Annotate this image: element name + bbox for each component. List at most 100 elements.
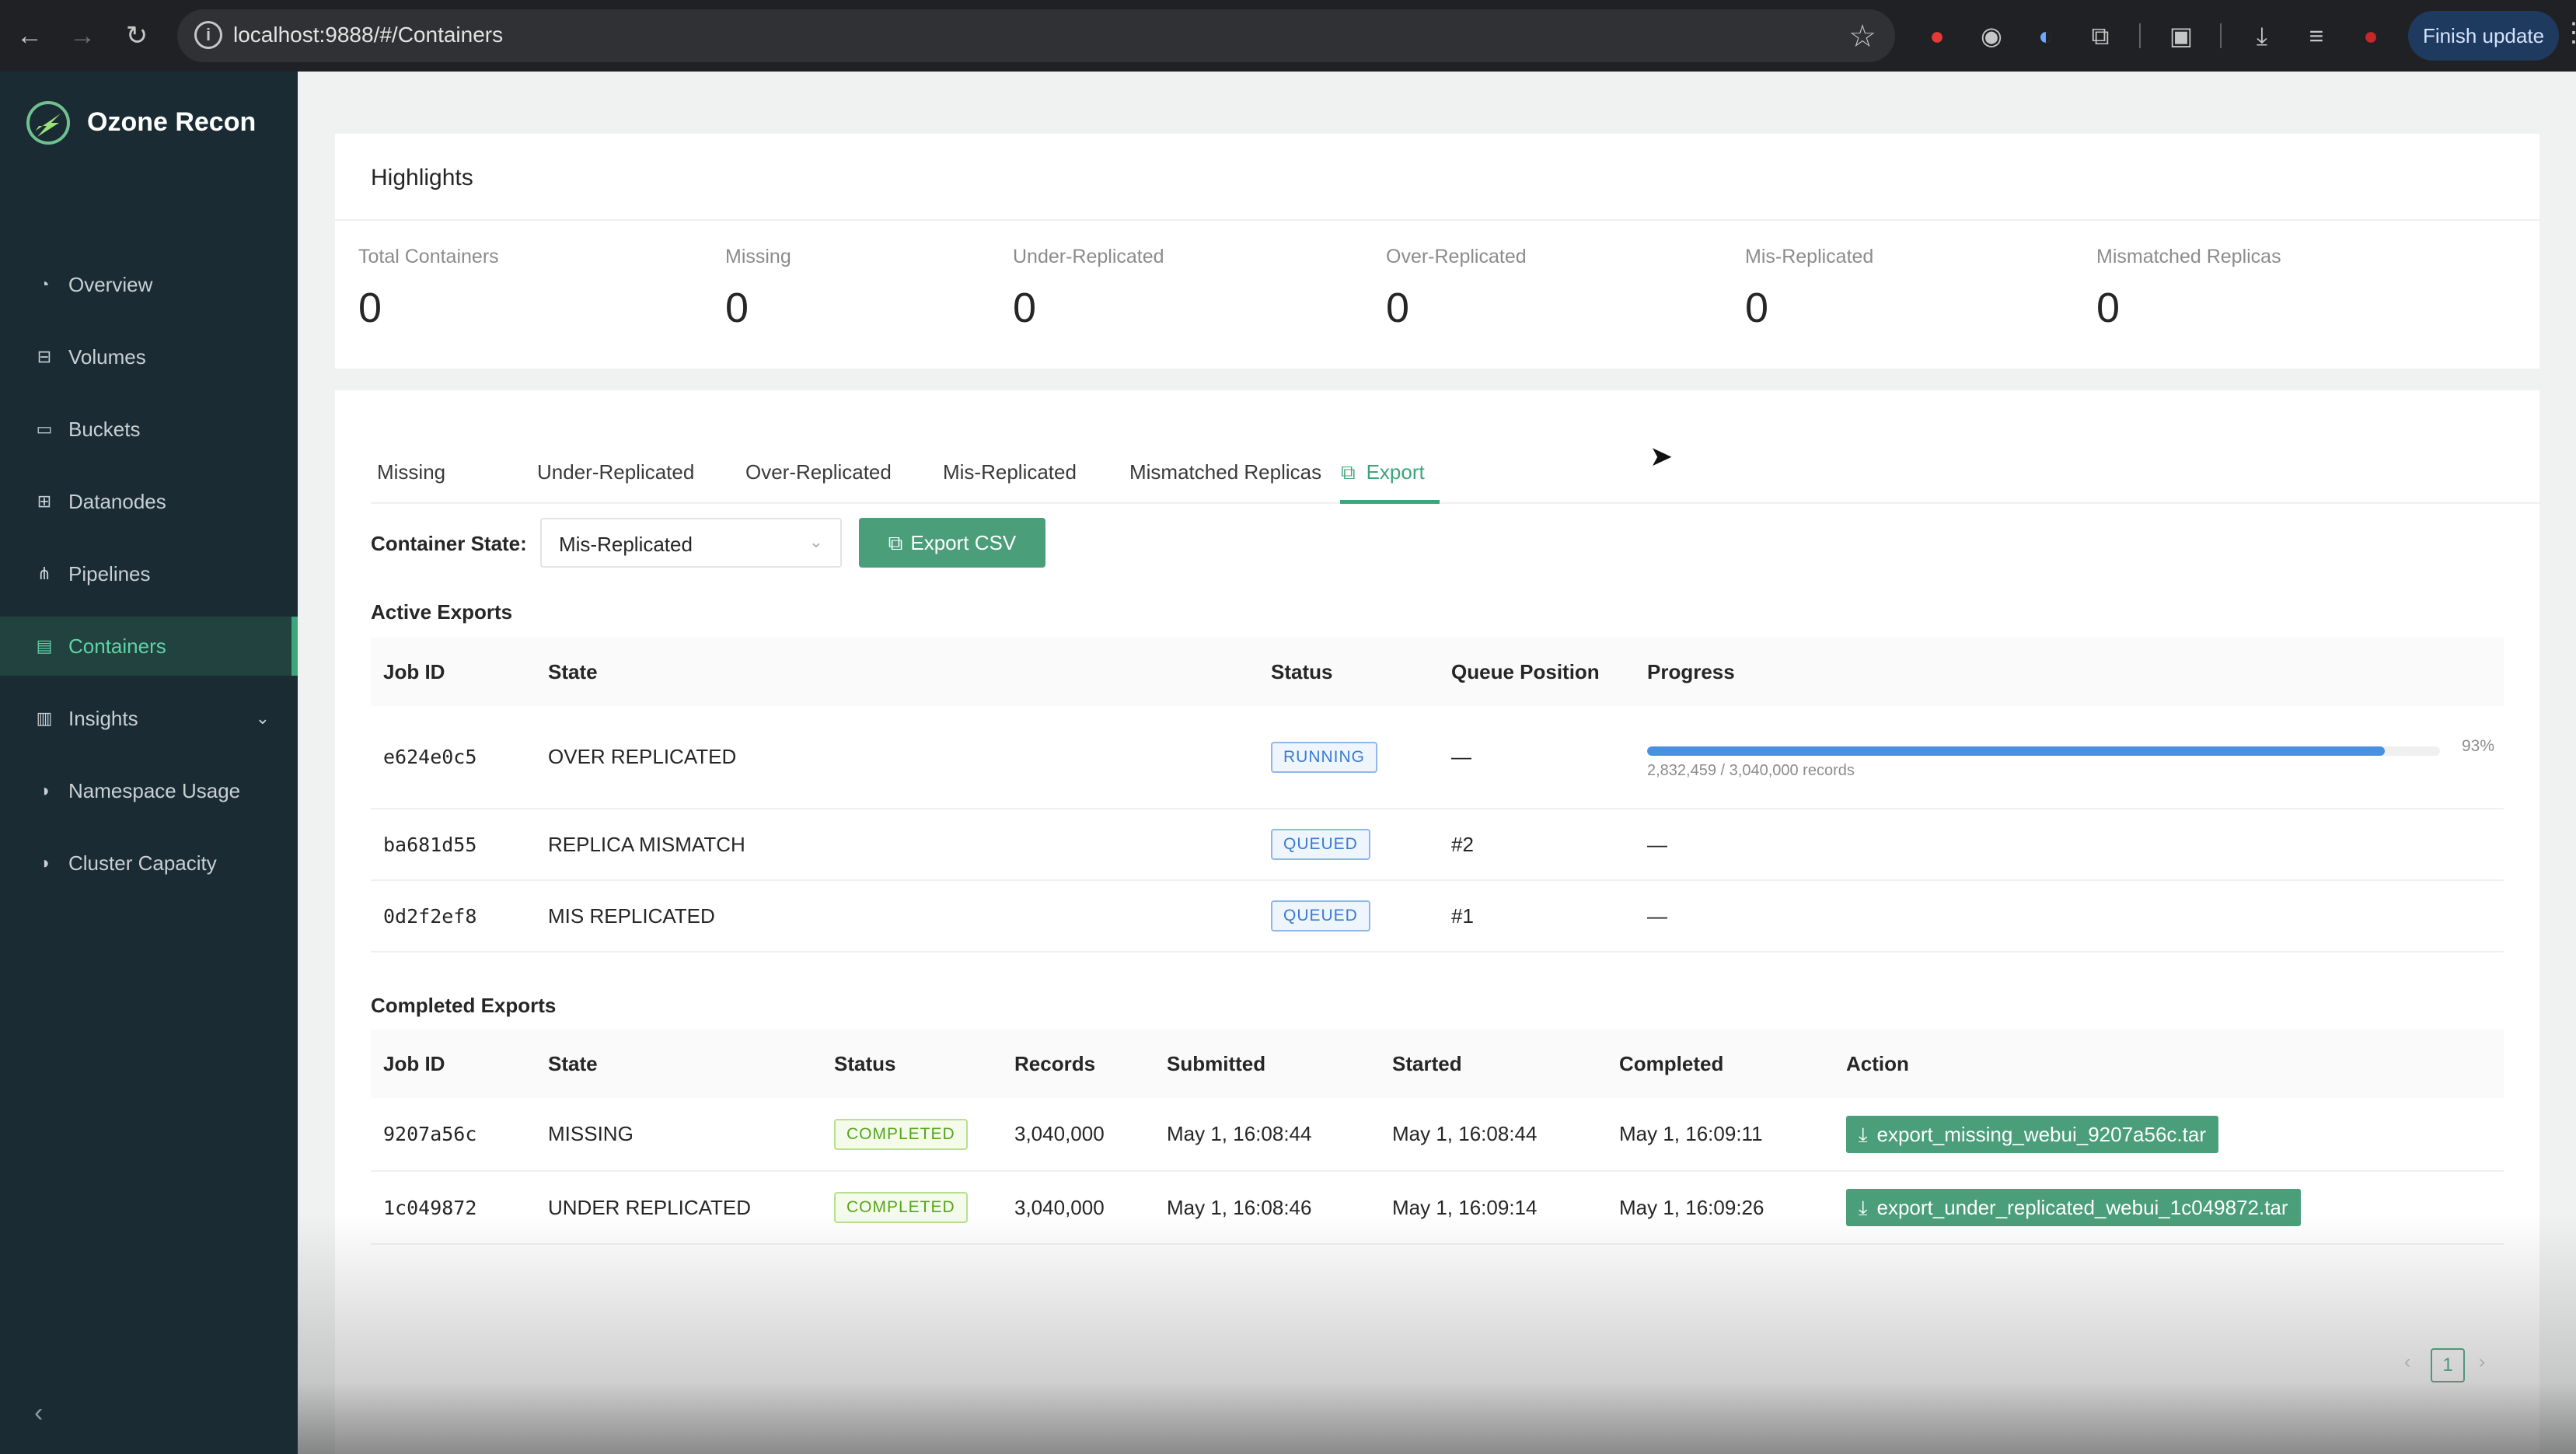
stat-value: 0 [1745, 285, 1769, 331]
tab-mismatched-replicas[interactable]: Mismatched Replicas [1129, 460, 1321, 484]
table-row: e624e0c5 OVER REPLICATED RUNNING — 93% 2… [371, 706, 2504, 809]
sidebar-item-namespace-usage[interactable]: ◑ Namespace Usage [0, 761, 298, 820]
tab-under-replicated[interactable]: Under-Replicated [537, 460, 694, 484]
table-row: 1c049872 UNDER REPLICATED COMPLETED 3,04… [371, 1171, 2504, 1245]
column-header: Progress [1635, 638, 2504, 706]
sidebar-item-datanodes[interactable]: ⊞ Datanodes [0, 472, 298, 531]
download-icon[interactable]: ⤓ [2243, 17, 2281, 54]
stat-value: 0 [725, 285, 749, 331]
tab-over-replicated[interactable]: Over-Replicated [745, 460, 892, 484]
container-state-value: Mis-Replicated [559, 533, 693, 556]
extension-blue-icon[interactable]: ◐ [2027, 17, 2065, 54]
status-badge: RUNNING [1271, 741, 1377, 773]
bookmark-star-icon[interactable]: ☆ [1848, 19, 1876, 54]
column-header: Job ID [371, 1029, 536, 1098]
stat-label: Under-Replicated [1013, 246, 1164, 267]
deployment-unit-icon: ⋔ [37, 564, 52, 583]
submitted-time: May 1, 16:08:46 [1154, 1171, 1380, 1245]
table-row: 0d2f2ef8 MIS REPLICATED QUEUED #1 — [371, 880, 2504, 952]
inbox-icon: ⊟ [37, 347, 52, 366]
profile-avatar-icon[interactable]: ● [2352, 17, 2389, 54]
reload-icon[interactable]: ↻ [118, 17, 155, 54]
sidebar-item-containers[interactable]: ▤ Containers [0, 617, 298, 676]
back-icon[interactable]: ← [11, 17, 48, 54]
tab-export[interactable]: ⧉ Export [1341, 460, 1425, 485]
download-filename: export_missing_webui_9207a56c.tar [1876, 1122, 2207, 1146]
download-icon: ⤓ [1859, 1196, 1868, 1219]
tab-missing[interactable]: Missing [377, 460, 445, 484]
sidebar-item-insights[interactable]: ▥ Insights ⌄ [0, 689, 298, 748]
export-icon: ⧉ [1341, 460, 1356, 484]
status-badge: QUEUED [1271, 829, 1370, 860]
column-header: Status [1258, 638, 1439, 706]
media-control-icon[interactable]: ≡ [2298, 17, 2335, 54]
url-text[interactable]: localhost:9888/#/Containers [233, 23, 503, 47]
forward-icon[interactable]: → [64, 17, 101, 54]
records-count: 3,040,000 [1002, 1171, 1154, 1245]
stat-label: Total Containers [358, 246, 499, 267]
progress-text: — [1635, 809, 2504, 881]
job-state: MISSING [536, 1098, 822, 1172]
chevron-down-icon: ⌄ [808, 532, 823, 551]
progress-records: 2,832,459 / 3,040,000 records [1647, 761, 1855, 779]
browser-menu-icon[interactable]: ⋮ [2560, 17, 2576, 48]
column-header: State [536, 1029, 822, 1098]
sidebar: Ozone Recon ◔ Overview ⊟ Volumes ▭ Buckets ⊞ Da… [0, 72, 298, 1454]
sidebar-item-cluster-capacity[interactable]: ◑ Cluster Capacity [0, 834, 298, 893]
stat-over-replicated: Over-Replicated 0 [1386, 246, 1527, 332]
stat-label: Over-Replicated [1386, 246, 1527, 267]
table-row: ba681d55 REPLICA MISMATCH QUEUED #2 — [371, 809, 2504, 881]
chevron-down-icon: ⌄ [255, 708, 270, 728]
completed-exports-title: Completed Exports [371, 994, 557, 1017]
container-state-label: Container State: [371, 532, 527, 555]
address-bar[interactable]: i localhost:9888/#/Containers ☆ [177, 9, 1895, 62]
action-cell: ⤓ export_under_replicated_webui_1c049872.… [1834, 1171, 2504, 1245]
sidebar-item-volumes[interactable]: ⊟ Volumes [0, 327, 298, 386]
job-id: 1c049872 [371, 1171, 536, 1245]
completed-exports-table: Job ID State Status Records Submitted St… [371, 1029, 2504, 1245]
containers-panel: Missing Under-Replicated Over-Replicated… [335, 390, 2539, 1454]
status-cell: QUEUED [1258, 809, 1439, 881]
column-header: Records [1002, 1029, 1154, 1098]
column-header: Job ID [371, 638, 536, 706]
extension-red-icon[interactable]: ● [1918, 17, 1956, 54]
job-id: 9207a56c [371, 1098, 536, 1172]
sidebar-item-label: Pipelines [68, 561, 151, 585]
export-icon: ⧉ [888, 531, 903, 554]
next-page-icon[interactable]: › [2479, 1351, 2485, 1373]
queue-position: — [1439, 706, 1635, 809]
column-header: Started [1380, 1029, 1607, 1098]
stat-value: 0 [1013, 285, 1037, 331]
sidebar-item-buckets[interactable]: ▭ Buckets [0, 400, 298, 459]
ozone-logo-icon [26, 101, 70, 145]
export-csv-button[interactable]: ⧉ Export CSV [859, 518, 1045, 568]
job-id: ba681d55 [371, 809, 536, 881]
collapse-sidebar-icon[interactable]: ‹ [34, 1398, 43, 1428]
sidebar-item-overview[interactable]: ◔ Overview [0, 255, 298, 314]
stat-label: Mis-Replicated [1745, 246, 1874, 267]
container-state-select[interactable]: Mis-Replicated ⌄ [540, 518, 842, 568]
highlights-title: Highlights [371, 165, 473, 190]
page-number[interactable]: 1 [2431, 1348, 2465, 1382]
folder-open-icon: ▭ [36, 419, 53, 439]
column-header: Status [822, 1029, 1002, 1098]
download-export-button[interactable]: ⤓ export_missing_webui_9207a56c.tar [1846, 1115, 2218, 1153]
extension-circle-icon[interactable]: ◉ [1973, 17, 2010, 54]
bar-chart-icon: ▥ [36, 708, 53, 728]
download-export-button[interactable]: ⤓ export_under_replicated_webui_1c049872.… [1846, 1189, 2301, 1226]
finish-update-button[interactable]: Finish update [2408, 11, 2559, 61]
tab-export-label: Export [1366, 460, 1425, 484]
tab-mis-replicated[interactable]: Mis-Replicated [943, 460, 1077, 484]
prev-page-icon[interactable]: ‹ [2404, 1351, 2410, 1373]
container-icon: ▤ [36, 636, 53, 655]
queue-position: #1 [1439, 880, 1635, 952]
tab-search-icon[interactable]: ▣ [2162, 17, 2200, 54]
stat-mismatched-replicas: Mismatched Replicas 0 [2096, 246, 2281, 332]
started-time: May 1, 16:09:14 [1380, 1171, 1607, 1245]
site-info-icon[interactable]: i [194, 21, 222, 49]
extensions-puzzle-icon[interactable]: ⧉ [2082, 17, 2119, 54]
active-exports-title: Active Exports [371, 600, 513, 624]
job-state: UNDER REPLICATED [536, 1171, 822, 1245]
pie-chart-icon: ◑ [39, 853, 50, 872]
sidebar-item-pipelines[interactable]: ⋔ Pipelines [0, 544, 298, 603]
